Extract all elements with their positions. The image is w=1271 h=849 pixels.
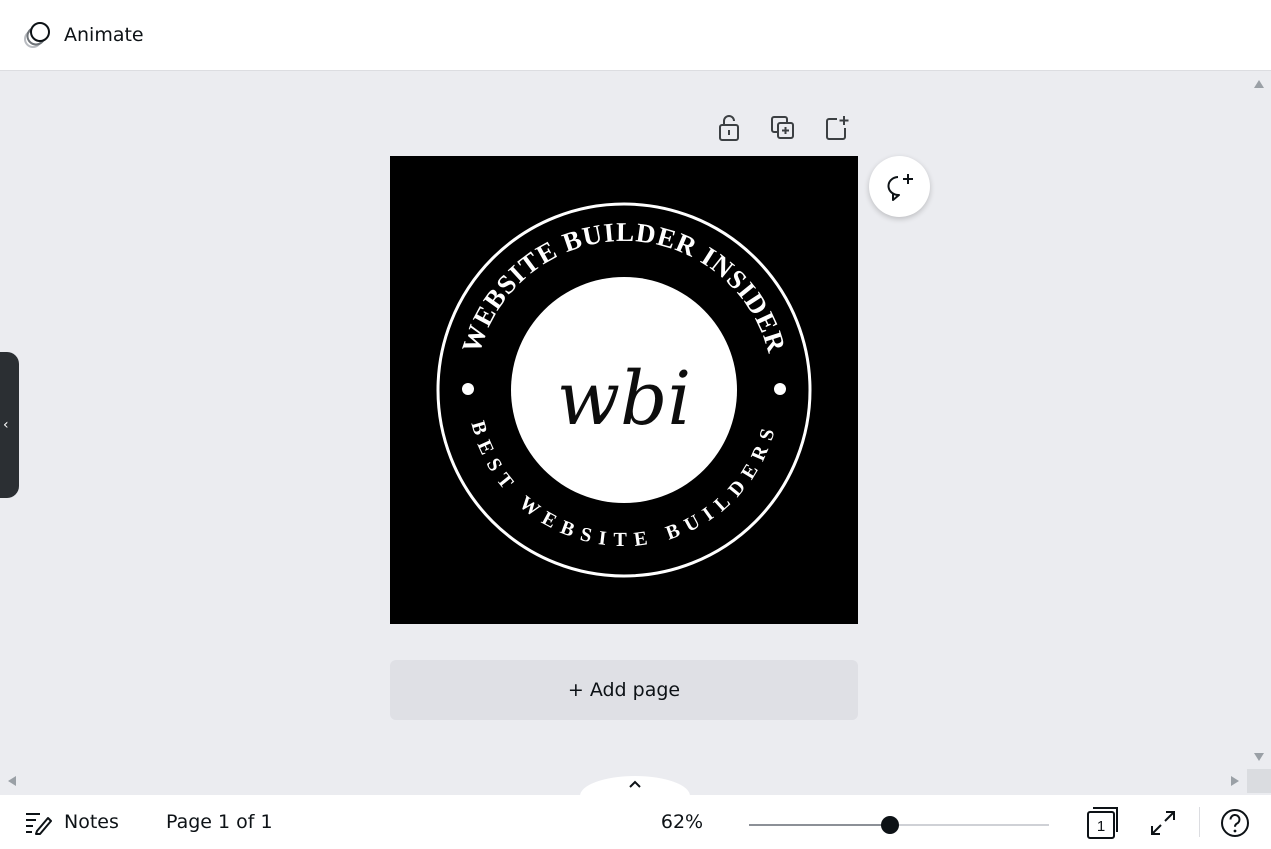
duplicate-page-icon xyxy=(771,116,794,139)
page-number: 1 xyxy=(1097,818,1105,835)
lock-button[interactable] xyxy=(713,112,745,144)
scroll-up-icon[interactable] xyxy=(1254,80,1264,88)
side-panel-toggle[interactable]: ‹ xyxy=(0,352,19,498)
zoom-level[interactable]: 62% xyxy=(640,805,724,839)
zoom-slider-fill xyxy=(749,824,890,826)
fullscreen-icon xyxy=(1151,811,1175,835)
add-page-button-icon[interactable] xyxy=(821,112,853,144)
zoom-slider-thumb[interactable] xyxy=(881,816,899,834)
bottom-bar: Notes Page 1 of 1 62% 1 xyxy=(0,795,1271,849)
add-page-button[interactable]: + Add page xyxy=(390,660,858,720)
add-page-icon xyxy=(826,116,849,140)
design-page[interactable]: WEBSITE BUILDER INSIDER BEST WEBSITE BUI… xyxy=(390,156,858,624)
page-grid-button[interactable]: 1 xyxy=(1083,805,1121,841)
badge-monogram: wbi xyxy=(557,356,691,442)
notes-button[interactable]: Notes xyxy=(18,805,125,839)
duplicate-page-button[interactable] xyxy=(767,112,799,144)
help-button[interactable] xyxy=(1217,805,1253,841)
animate-button[interactable]: Animate xyxy=(14,14,154,56)
zoom-slider[interactable] xyxy=(749,816,1049,834)
scroll-right-icon[interactable] xyxy=(1231,776,1239,786)
scroll-left-icon[interactable] xyxy=(8,776,16,786)
comment-plus-icon xyxy=(887,173,913,201)
badge-dot-right xyxy=(774,383,786,395)
notes-icon xyxy=(26,813,52,835)
scrollbar-corner xyxy=(1247,769,1271,793)
fullscreen-button[interactable] xyxy=(1145,805,1181,841)
help-icon xyxy=(1221,809,1249,837)
chevron-up-icon xyxy=(629,780,641,788)
add-page-label: + Add page xyxy=(567,679,681,701)
top-bar: Animate xyxy=(0,0,1271,71)
toolbar-divider xyxy=(1199,807,1200,837)
animate-label: Animate xyxy=(64,24,144,46)
page-count: Page 1 of 1 xyxy=(166,811,273,833)
logo-badge: WEBSITE BUILDER INSIDER BEST WEBSITE BUI… xyxy=(436,202,812,578)
pages-icon: 1 xyxy=(1087,807,1118,839)
badge-dot-left xyxy=(462,383,474,395)
chevron-left-icon: ‹ xyxy=(3,417,9,433)
vertical-scrollbar[interactable] xyxy=(1247,72,1271,769)
animate-icon xyxy=(24,22,50,48)
add-comment-button[interactable] xyxy=(869,156,930,217)
notes-label: Notes xyxy=(64,811,119,833)
scroll-down-icon[interactable] xyxy=(1254,753,1264,761)
lock-icon xyxy=(719,115,739,141)
